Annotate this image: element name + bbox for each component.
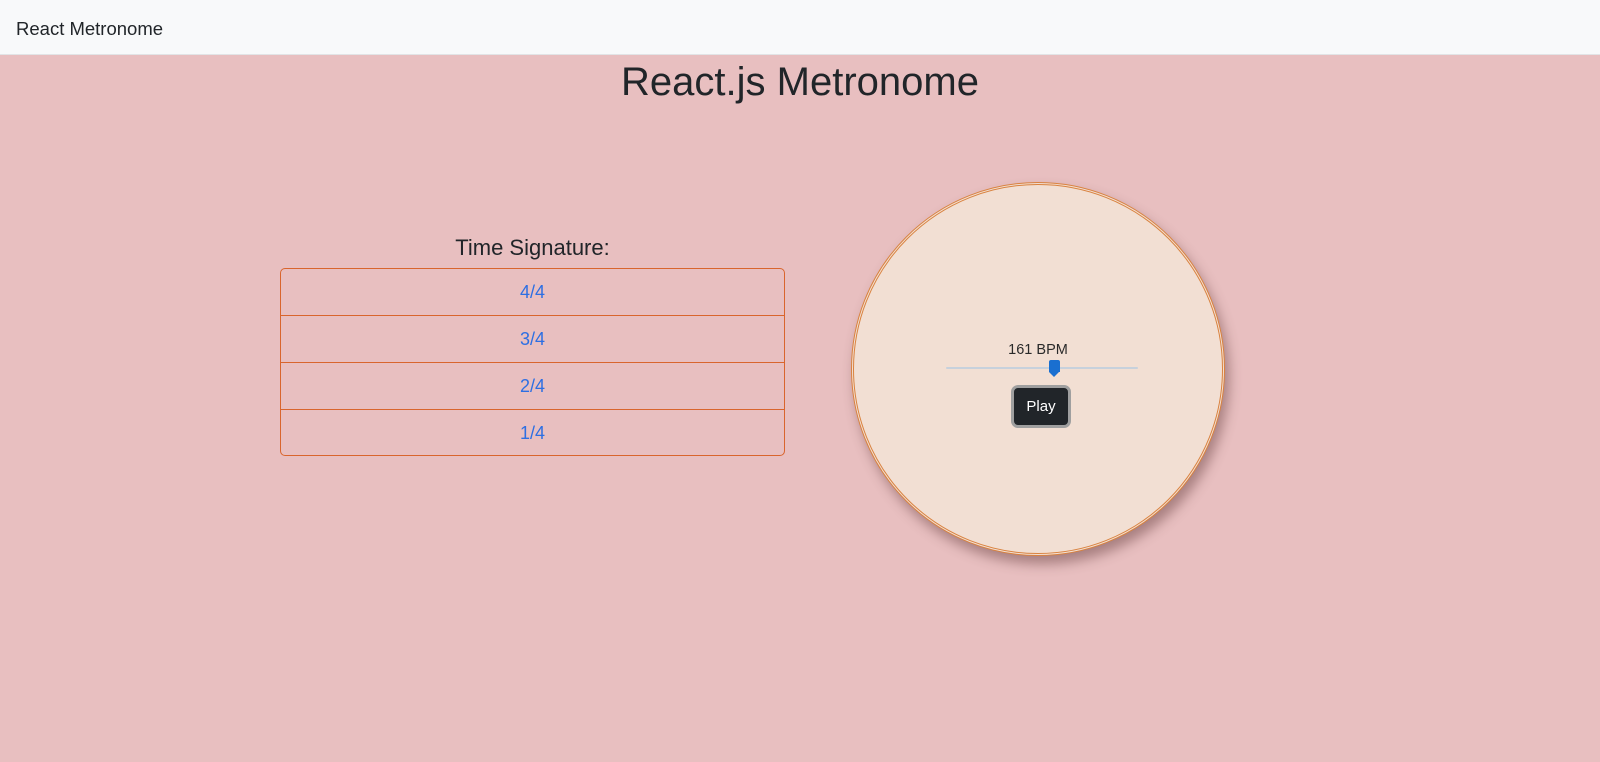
navbar: React Metronome (0, 0, 1600, 55)
bpm-slider[interactable] (946, 360, 1138, 377)
time-signature-link[interactable]: 4/4 (520, 282, 545, 303)
bpm-slider-thumb[interactable] (1048, 360, 1060, 377)
time-signature-link[interactable]: 2/4 (520, 376, 545, 397)
bpm-slider-track[interactable] (946, 367, 1138, 369)
bpm-label: 161 BPM (1008, 342, 1068, 358)
metronome-dial: 161 BPM Play (851, 182, 1225, 556)
time-signature-link[interactable]: 3/4 (520, 329, 545, 350)
time-signature-link[interactable]: 1/4 (520, 423, 545, 444)
play-button[interactable]: Play (1011, 385, 1071, 428)
time-signature-option-1-4[interactable]: 1/4 (281, 410, 784, 455)
time-signature-option-2-4[interactable]: 2/4 (281, 363, 784, 410)
time-signature-option-3-4[interactable]: 3/4 (281, 316, 784, 363)
page-title: React.js Metronome (621, 60, 979, 104)
time-signature-option-4-4[interactable]: 4/4 (281, 269, 784, 316)
time-signature-list: 4/4 3/4 2/4 1/4 (280, 268, 785, 456)
time-signature-label: Time Signature: (455, 235, 610, 260)
navbar-brand[interactable]: React Metronome (16, 17, 163, 41)
